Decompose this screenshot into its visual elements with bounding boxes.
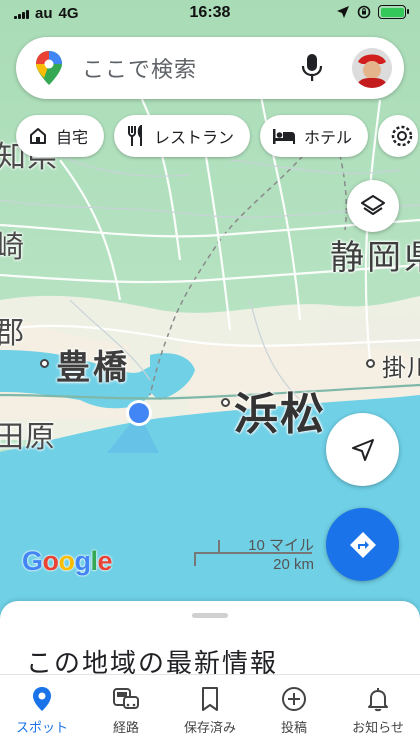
- scale-tick: [194, 552, 196, 566]
- directions-button[interactable]: [326, 508, 399, 581]
- map-label-tahara: 田原: [0, 420, 56, 455]
- bookmark-icon: [202, 687, 218, 711]
- chip-restaurant[interactable]: レストラン: [114, 115, 251, 157]
- tab-commute-label: 経路: [112, 721, 139, 736]
- tab-contribute[interactable]: 投稿: [252, 675, 336, 746]
- bottom-navigation: スポット 経路 保存済み 投稿 お知らせ: [0, 674, 420, 746]
- add-circle-icon: [282, 687, 306, 711]
- tab-updates[interactable]: お知らせ: [336, 675, 420, 746]
- location-arrow-icon: [337, 6, 349, 18]
- kakegawa-marker: [366, 359, 375, 368]
- restaurant-icon: [128, 125, 143, 146]
- map-label-okazaki: 崎: [0, 230, 25, 265]
- tab-contribute-label: 投稿: [280, 721, 307, 736]
- chip-restaurant-label: レストラン: [154, 128, 235, 147]
- current-location-icon: [107, 400, 159, 453]
- navigation-arrow-icon: [351, 438, 374, 461]
- map-label-kakegawa: 掛川: [382, 354, 420, 382]
- chip-home-label: 自宅: [56, 128, 89, 147]
- chip-more[interactable]: [378, 115, 419, 157]
- hamamatsu-marker: [221, 398, 230, 407]
- chip-hotel[interactable]: ホテル: [260, 115, 369, 157]
- map-label-gamagori: 郡: [0, 316, 25, 351]
- sheet-drag-handle[interactable]: [192, 613, 228, 618]
- home-icon: [30, 128, 46, 144]
- hotel-icon: [273, 129, 296, 144]
- layers-button[interactable]: [347, 180, 399, 232]
- battery-icon: [378, 5, 409, 19]
- search-bar[interactable]: ここで検索: [16, 37, 404, 99]
- profile-picture-icon: [352, 48, 392, 88]
- google-logo: Google: [22, 546, 113, 576]
- pin-icon: [33, 687, 51, 711]
- status-bar: au 4G 16:38: [0, 0, 420, 28]
- tab-explore-label: スポット: [15, 721, 68, 736]
- tab-explore[interactable]: スポット: [0, 675, 84, 746]
- map-label-hamamatsu: 浜松: [234, 389, 326, 440]
- map-scale: 10 マイル 20 km: [194, 534, 318, 578]
- toyohashi-marker: [40, 359, 49, 368]
- scale-bar: [194, 552, 312, 554]
- microphone-icon[interactable]: [300, 53, 324, 83]
- scale-km: 20 km: [273, 556, 314, 573]
- search-input[interactable]: ここで検索: [82, 52, 300, 84]
- bell-icon: [368, 688, 388, 712]
- google-maps-logo-icon: [36, 51, 62, 85]
- my-location-button[interactable]: [326, 413, 399, 486]
- tab-commute[interactable]: 経路: [84, 675, 168, 746]
- tab-saved[interactable]: 保存済み: [168, 675, 252, 746]
- tab-updates-label: お知らせ: [352, 721, 404, 736]
- commute-icon: [113, 688, 139, 709]
- chip-home[interactable]: 自宅: [16, 115, 105, 157]
- category-chips: 自宅 レストラン ホテル: [16, 115, 420, 159]
- tab-saved-label: 保存済み: [183, 721, 236, 736]
- map-label-shizuoka: 静岡県: [330, 238, 420, 278]
- layers-icon: [361, 195, 385, 215]
- rotation-lock-icon: [357, 5, 371, 19]
- directions-icon: [349, 531, 376, 558]
- chip-hotel-label: ホテル: [304, 128, 353, 147]
- gear-icon: [391, 125, 413, 147]
- avatar[interactable]: [352, 48, 392, 88]
